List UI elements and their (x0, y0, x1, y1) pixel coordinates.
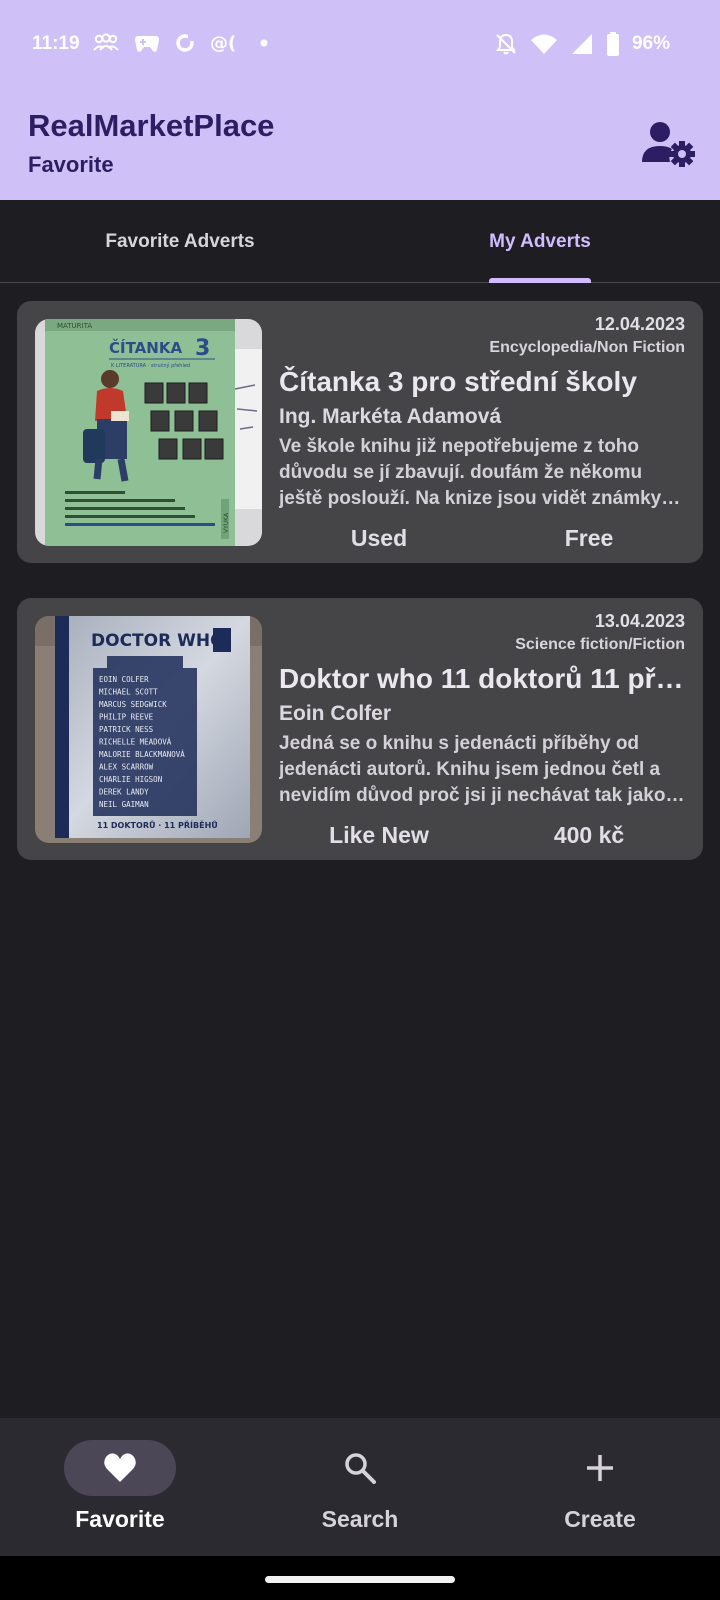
tab-indicator (489, 278, 591, 283)
thumb-author-name: DEREK LANDY (99, 788, 149, 797)
manage-account-icon (642, 122, 695, 167)
gesture-handle[interactable] (265, 1576, 455, 1583)
signal-icon (571, 34, 592, 54)
advert-date: 13.04.2023 (594, 611, 685, 631)
advert-condition: Used (350, 525, 408, 551)
thumb-publisher: MATURITA (57, 322, 92, 330)
status-icons-right: 96% (494, 32, 670, 56)
thumb-author-name: PHILIP REEVE (99, 713, 154, 722)
thumb-author-name: ALEX SCARROW (99, 763, 154, 772)
advert-author: Ing. Markéta Adamová (279, 405, 502, 428)
thumb-author-name: CHARLIE HIGSON (99, 775, 162, 784)
svg-text:@(: @( (210, 33, 236, 54)
manage-account-button[interactable] (640, 120, 696, 170)
nav-favorite[interactable]: Favorite (0, 1418, 240, 1556)
thumb-author-name: MICHAEL SCOTT (99, 688, 158, 697)
dot-icon (260, 39, 268, 47)
thumb-spine: VYUKA (223, 512, 230, 533)
advert-price: Free (564, 525, 614, 551)
thumb-author-name: NEIL GAIMAN (99, 800, 149, 809)
battery-percentage: 96% (631, 33, 670, 54)
nav-search[interactable]: Search (240, 1418, 480, 1556)
status-icons-left: @( (92, 32, 270, 54)
nav-label: Create (564, 1506, 636, 1532)
advert-condition: Like New (329, 822, 429, 848)
advert-author: Eoin Colfer (279, 702, 392, 725)
wifi-icon (530, 34, 557, 54)
thumb-author-name: EOIN COLFER (99, 675, 149, 684)
thumb-book-title: ČÍTANKA (109, 338, 182, 357)
status-time: 11:19 (32, 33, 80, 54)
at-icon: @( (210, 33, 236, 54)
people-icon (93, 33, 119, 51)
advert-title: Čítanka 3 pro střední školy (279, 366, 637, 397)
thumb-book-subtitle: K LITERATURA · stručný přehled (111, 362, 190, 369)
nav-label: Favorite (75, 1506, 165, 1532)
nav-label: Search (321, 1506, 399, 1532)
advert-category: Encyclopedia/Non Fiction (489, 339, 685, 356)
heart-icon (104, 1453, 136, 1482)
advert-description: Jedná se o knihu s jedenácti příběhy od … (279, 733, 666, 806)
thumb-author-name: MALORIE BLACKMANOVÁ (99, 750, 185, 759)
plus-icon (587, 1455, 613, 1481)
advert-date: 12.04.2023 (594, 314, 685, 334)
tab-favorite-adverts[interactable]: Favorite Adverts (0, 200, 360, 283)
notifications-off-icon (496, 33, 516, 55)
thumb-book-title: DOCTOR WHO (91, 631, 225, 651)
nav-create[interactable]: Create (480, 1418, 720, 1556)
tab-my-adverts[interactable]: My Adverts (360, 200, 720, 283)
advert-description: Ve škole knihu již nepotřebujeme z toho … (279, 436, 662, 509)
sync-icon (176, 34, 194, 52)
thumb-author-name: MARCUS SEDGWICK (99, 700, 167, 709)
advert-category: Science fiction/Fiction (515, 636, 685, 653)
search-icon (345, 1453, 376, 1484)
tab-bar: Favorite Adverts My Adverts (0, 200, 720, 283)
advert-card[interactable]: MATURITA ČÍTANKA 3 K LITERATURA · stručn… (17, 301, 703, 563)
page-title: Favorite (28, 152, 114, 177)
advert-title: Doktor who 11 doktorů 11 příběhů (279, 663, 689, 694)
advert-thumbnail: MATURITA ČÍTANKA 3 K LITERATURA · stručn… (35, 319, 262, 546)
app-title: RealMarketPlace (28, 108, 275, 143)
game-controller-icon (135, 36, 159, 52)
advert-card[interactable]: DOCTOR WHO EOIN COLFER MICHAEL SCOTT MARCU… (17, 598, 703, 860)
thumb-book-footer: 11 DOKTORŮ · 11 PŘÍBĚHŮ (97, 819, 218, 830)
status-bar: 11:19 @(96% (0, 26, 720, 62)
thumb-author-name: RICHELLE MEADOVÁ (99, 738, 172, 747)
thumb-book-number: 3 (195, 336, 210, 361)
app-header: 11:19 @(96% RealMarketPlace Favorite (0, 0, 720, 200)
advert-price: 400 kč (553, 822, 625, 848)
thumb-author-name: PATRICK NESS (99, 725, 154, 734)
advert-thumbnail: DOCTOR WHO EOIN COLFER MICHAEL SCOTT MARCU… (35, 616, 262, 843)
bottom-navigation: Favorite Search Create (0, 1418, 720, 1556)
battery-icon (606, 32, 619, 56)
